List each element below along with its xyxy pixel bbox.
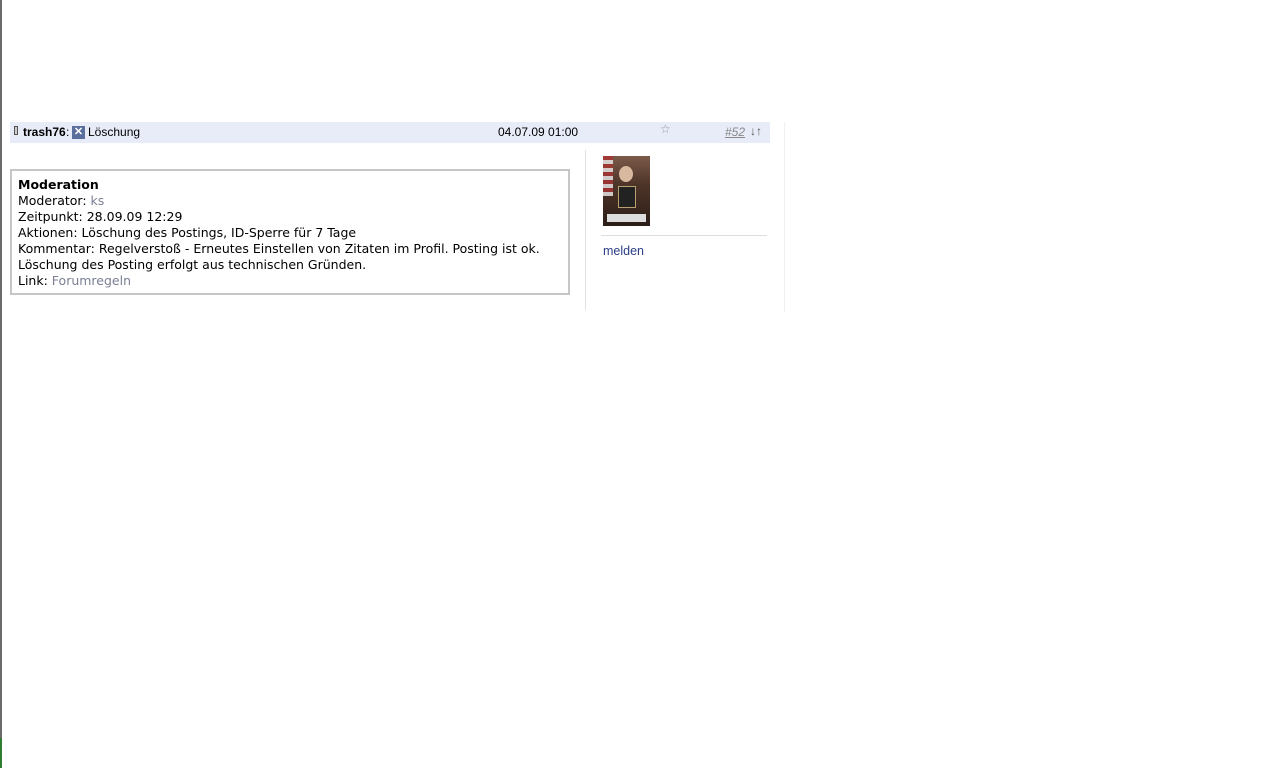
actions-line: Aktionen: Löschung des Postings, ID-Sper… — [18, 225, 562, 241]
avatar-plaque — [618, 186, 636, 208]
moderator-link[interactable]: ks — [91, 193, 105, 208]
avatar-flag — [603, 156, 613, 196]
deleted-icon: ✕ — [72, 126, 85, 139]
forum-rules-link[interactable]: Forumregeln — [52, 273, 131, 288]
comment-label: Kommentar: — [18, 241, 99, 256]
user-status-icon — [14, 126, 18, 135]
author-separator: : — [66, 125, 70, 139]
post-header: trash76 : ✕ Löschung 04.07.09 01:00 ☆ #5… — [10, 122, 770, 143]
avatar-face — [619, 166, 633, 182]
page-left-border — [0, 0, 2, 768]
actions-label: Aktionen: — [18, 225, 82, 240]
moderator-line: Moderator: ks — [18, 193, 562, 209]
page-left-border-accent — [0, 738, 2, 768]
post-status-label: Löschung — [88, 125, 141, 139]
post-timestamp: 04.07.09 01:00 — [498, 125, 579, 139]
comment-value: Regelverstoß - Erneutes Einstellen von Z… — [98, 241, 540, 256]
time-label: Zeitpunkt: — [18, 209, 87, 224]
link-label: Link: — [18, 273, 52, 288]
avatar-caption — [607, 214, 646, 222]
time-line: Zeitpunkt: 28.09.09 12:29 — [18, 209, 562, 225]
comment-line: Kommentar: Regelverstoß - Erneutes Einst… — [18, 241, 562, 257]
report-link[interactable]: melden — [603, 244, 644, 258]
user-avatar[interactable] — [603, 156, 650, 226]
moderation-title: Moderation — [18, 177, 99, 192]
star-icon[interactable]: ☆ — [660, 122, 671, 136]
moderator-label: Moderator: — [18, 193, 91, 208]
actions-value: Löschung des Postings, ID-Sperre für 7 T… — [81, 225, 357, 240]
sidebar-divider — [585, 150, 586, 310]
moderation-box: Moderation Moderator: ks Zeitpunkt: 28.0… — [10, 169, 570, 295]
post-nav-arrows-icon[interactable]: ↓↑ — [750, 124, 762, 138]
sidebar-right-border — [784, 122, 785, 312]
sidebar-rule — [601, 235, 767, 236]
post-author[interactable]: trash76 — [23, 125, 66, 139]
time-value: 28.09.09 12:29 — [86, 209, 183, 224]
rules-link-line: Link: Forumregeln — [18, 273, 562, 289]
comment-line-2: Löschung des Posting erfolgt aus technis… — [18, 257, 367, 272]
post-number-link[interactable]: #52 — [725, 125, 745, 139]
